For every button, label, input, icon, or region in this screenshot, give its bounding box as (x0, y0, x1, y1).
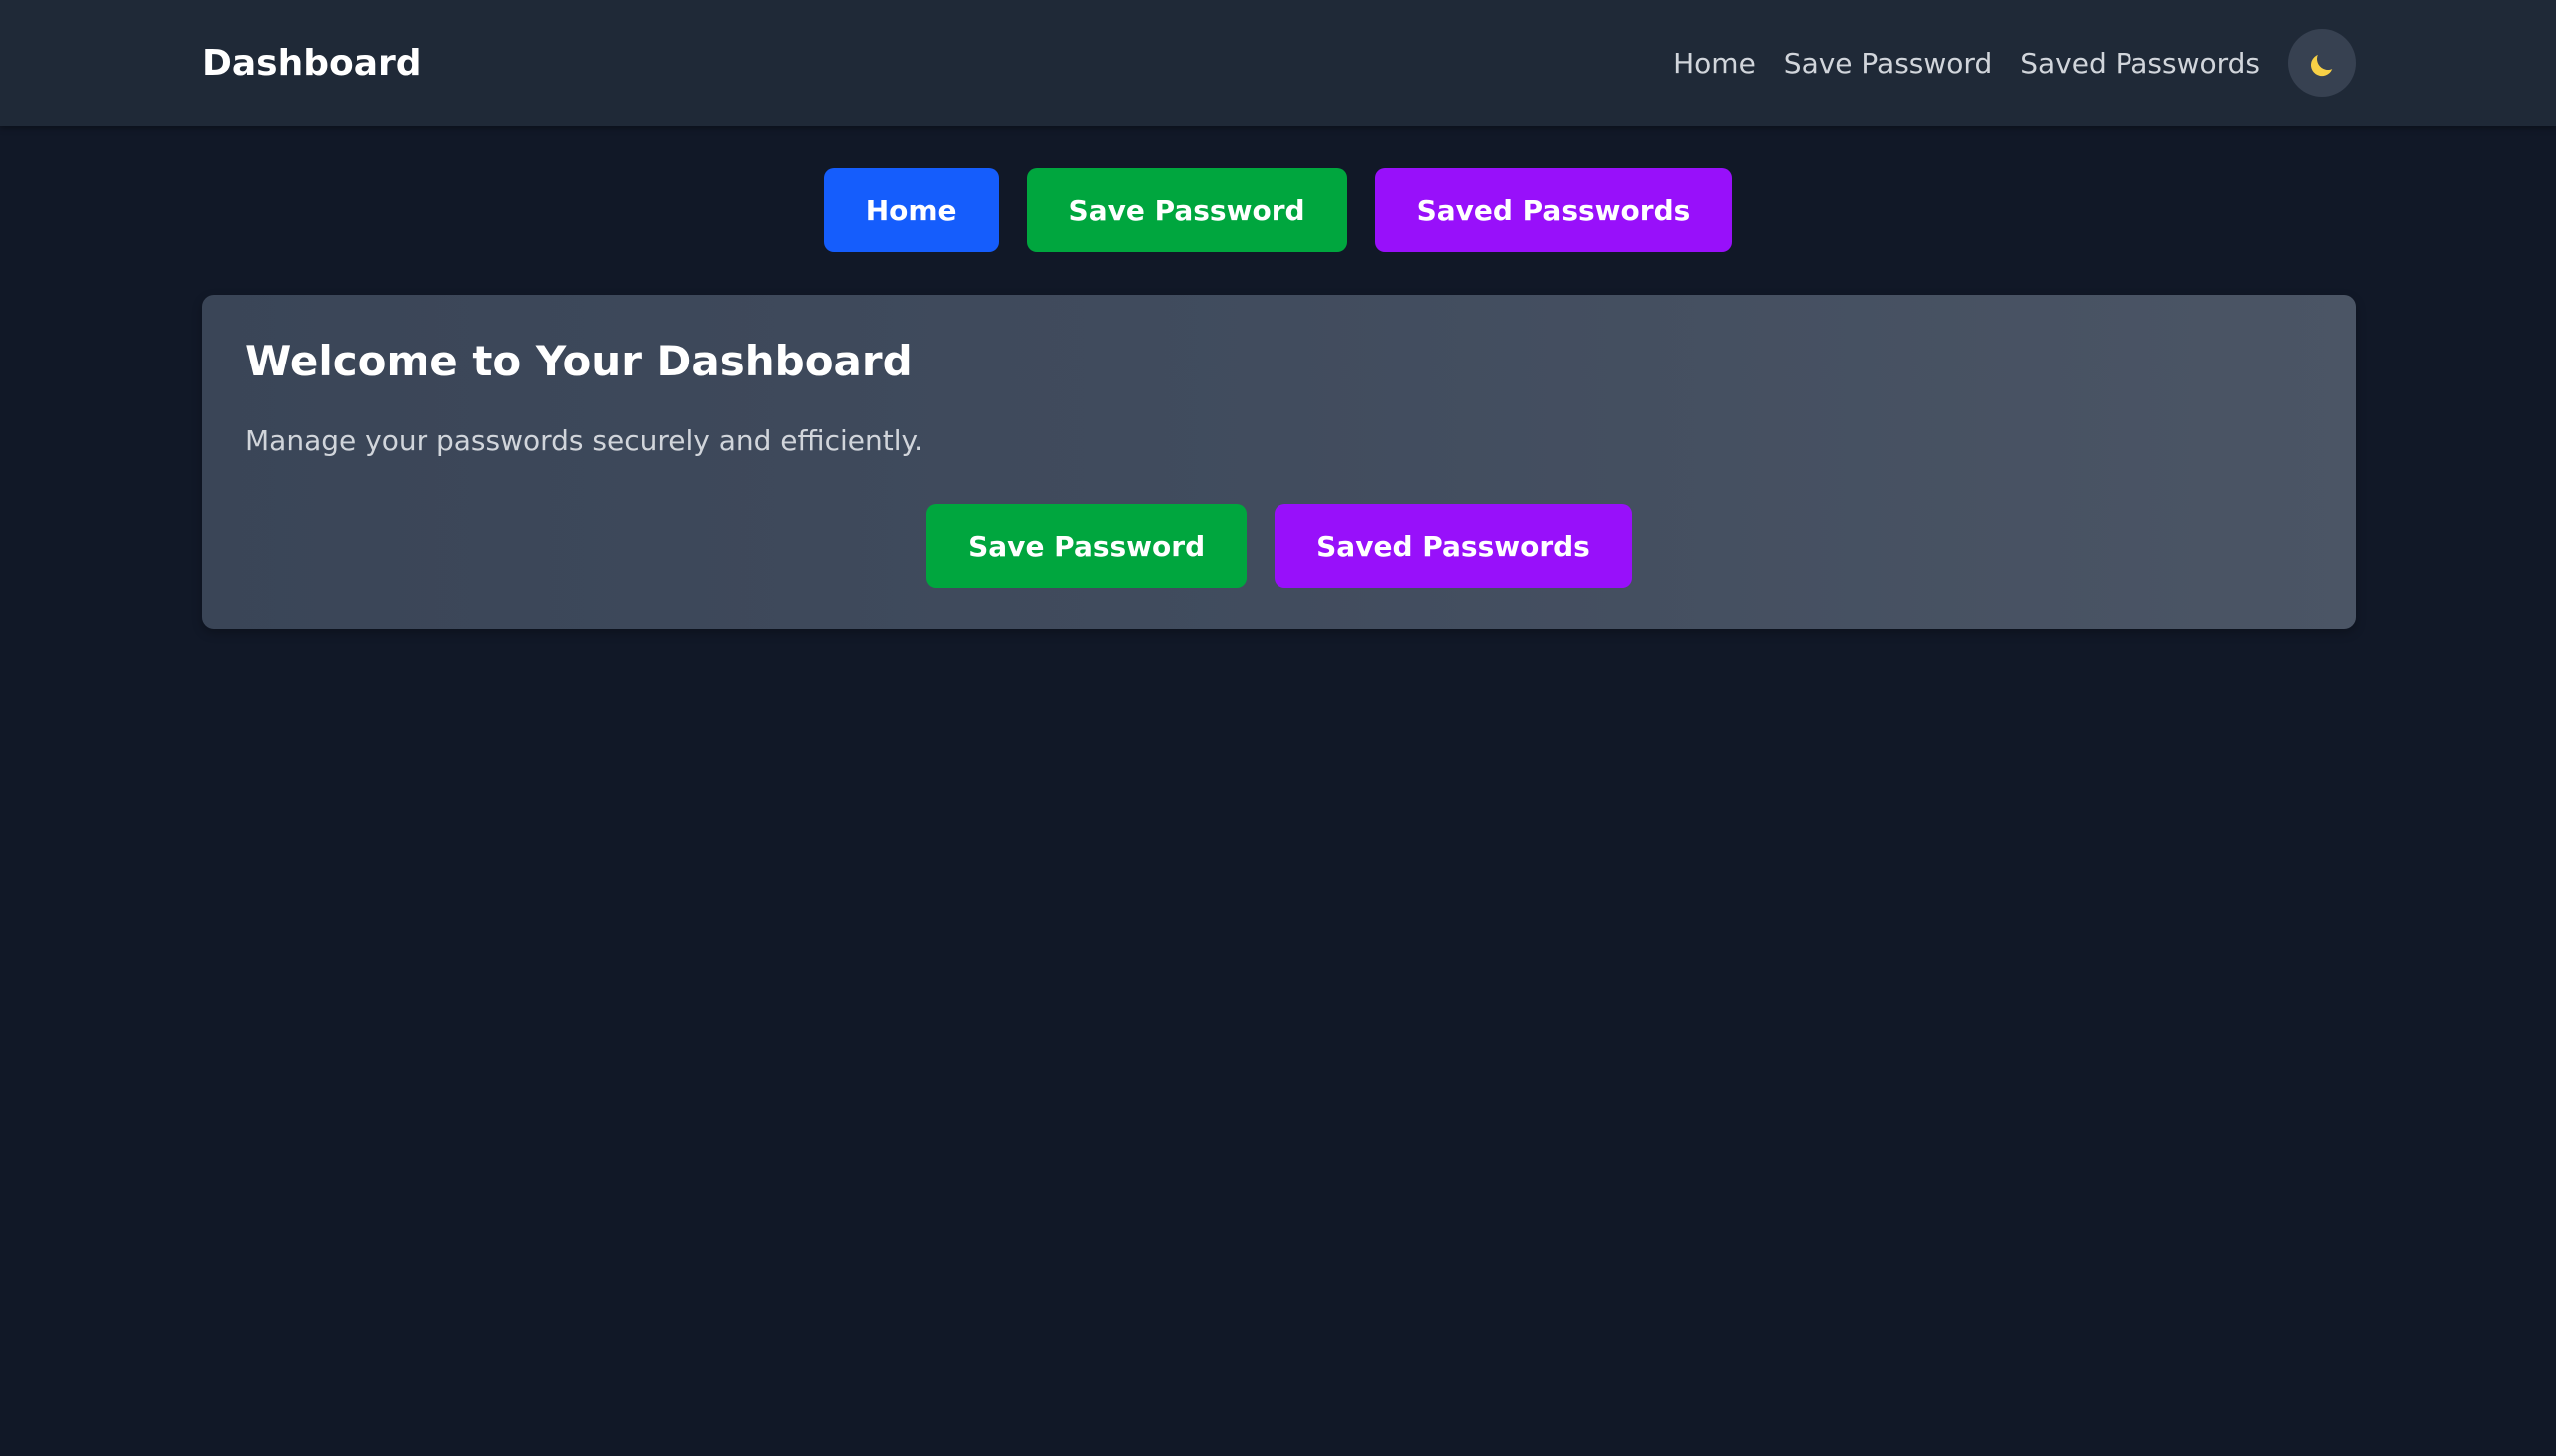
nav-link-home[interactable]: Home (1673, 47, 1756, 80)
top-navbar: Dashboard Home Save Password Saved Passw… (0, 0, 2556, 126)
home-button[interactable]: Home (823, 168, 999, 252)
save-password-button[interactable]: Save Password (1026, 168, 1347, 252)
welcome-subtitle: Manage your passwords securely and effic… (245, 424, 923, 457)
card-save-password-button[interactable]: Save Password (926, 504, 1248, 588)
moon-icon (2315, 46, 2340, 71)
welcome-title: Welcome to Your Dashboard (245, 337, 913, 385)
saved-passwords-button[interactable]: Saved Passwords (1374, 168, 1733, 252)
quick-nav-buttons: Home Save Password Saved Passwords (0, 168, 2556, 252)
theme-toggle-button[interactable] (2288, 29, 2356, 97)
nav-link-save-password[interactable]: Save Password (1784, 47, 1992, 80)
brand-title: Dashboard (202, 43, 422, 84)
card-action-buttons: Save Password Saved Passwords (202, 504, 2356, 588)
welcome-card: Welcome to Your Dashboard Manage your pa… (202, 295, 2356, 629)
nav-links: Home Save Password Saved Passwords (1673, 0, 2556, 126)
card-saved-passwords-button[interactable]: Saved Passwords (1275, 504, 1632, 588)
nav-link-saved-passwords[interactable]: Saved Passwords (2020, 47, 2260, 80)
